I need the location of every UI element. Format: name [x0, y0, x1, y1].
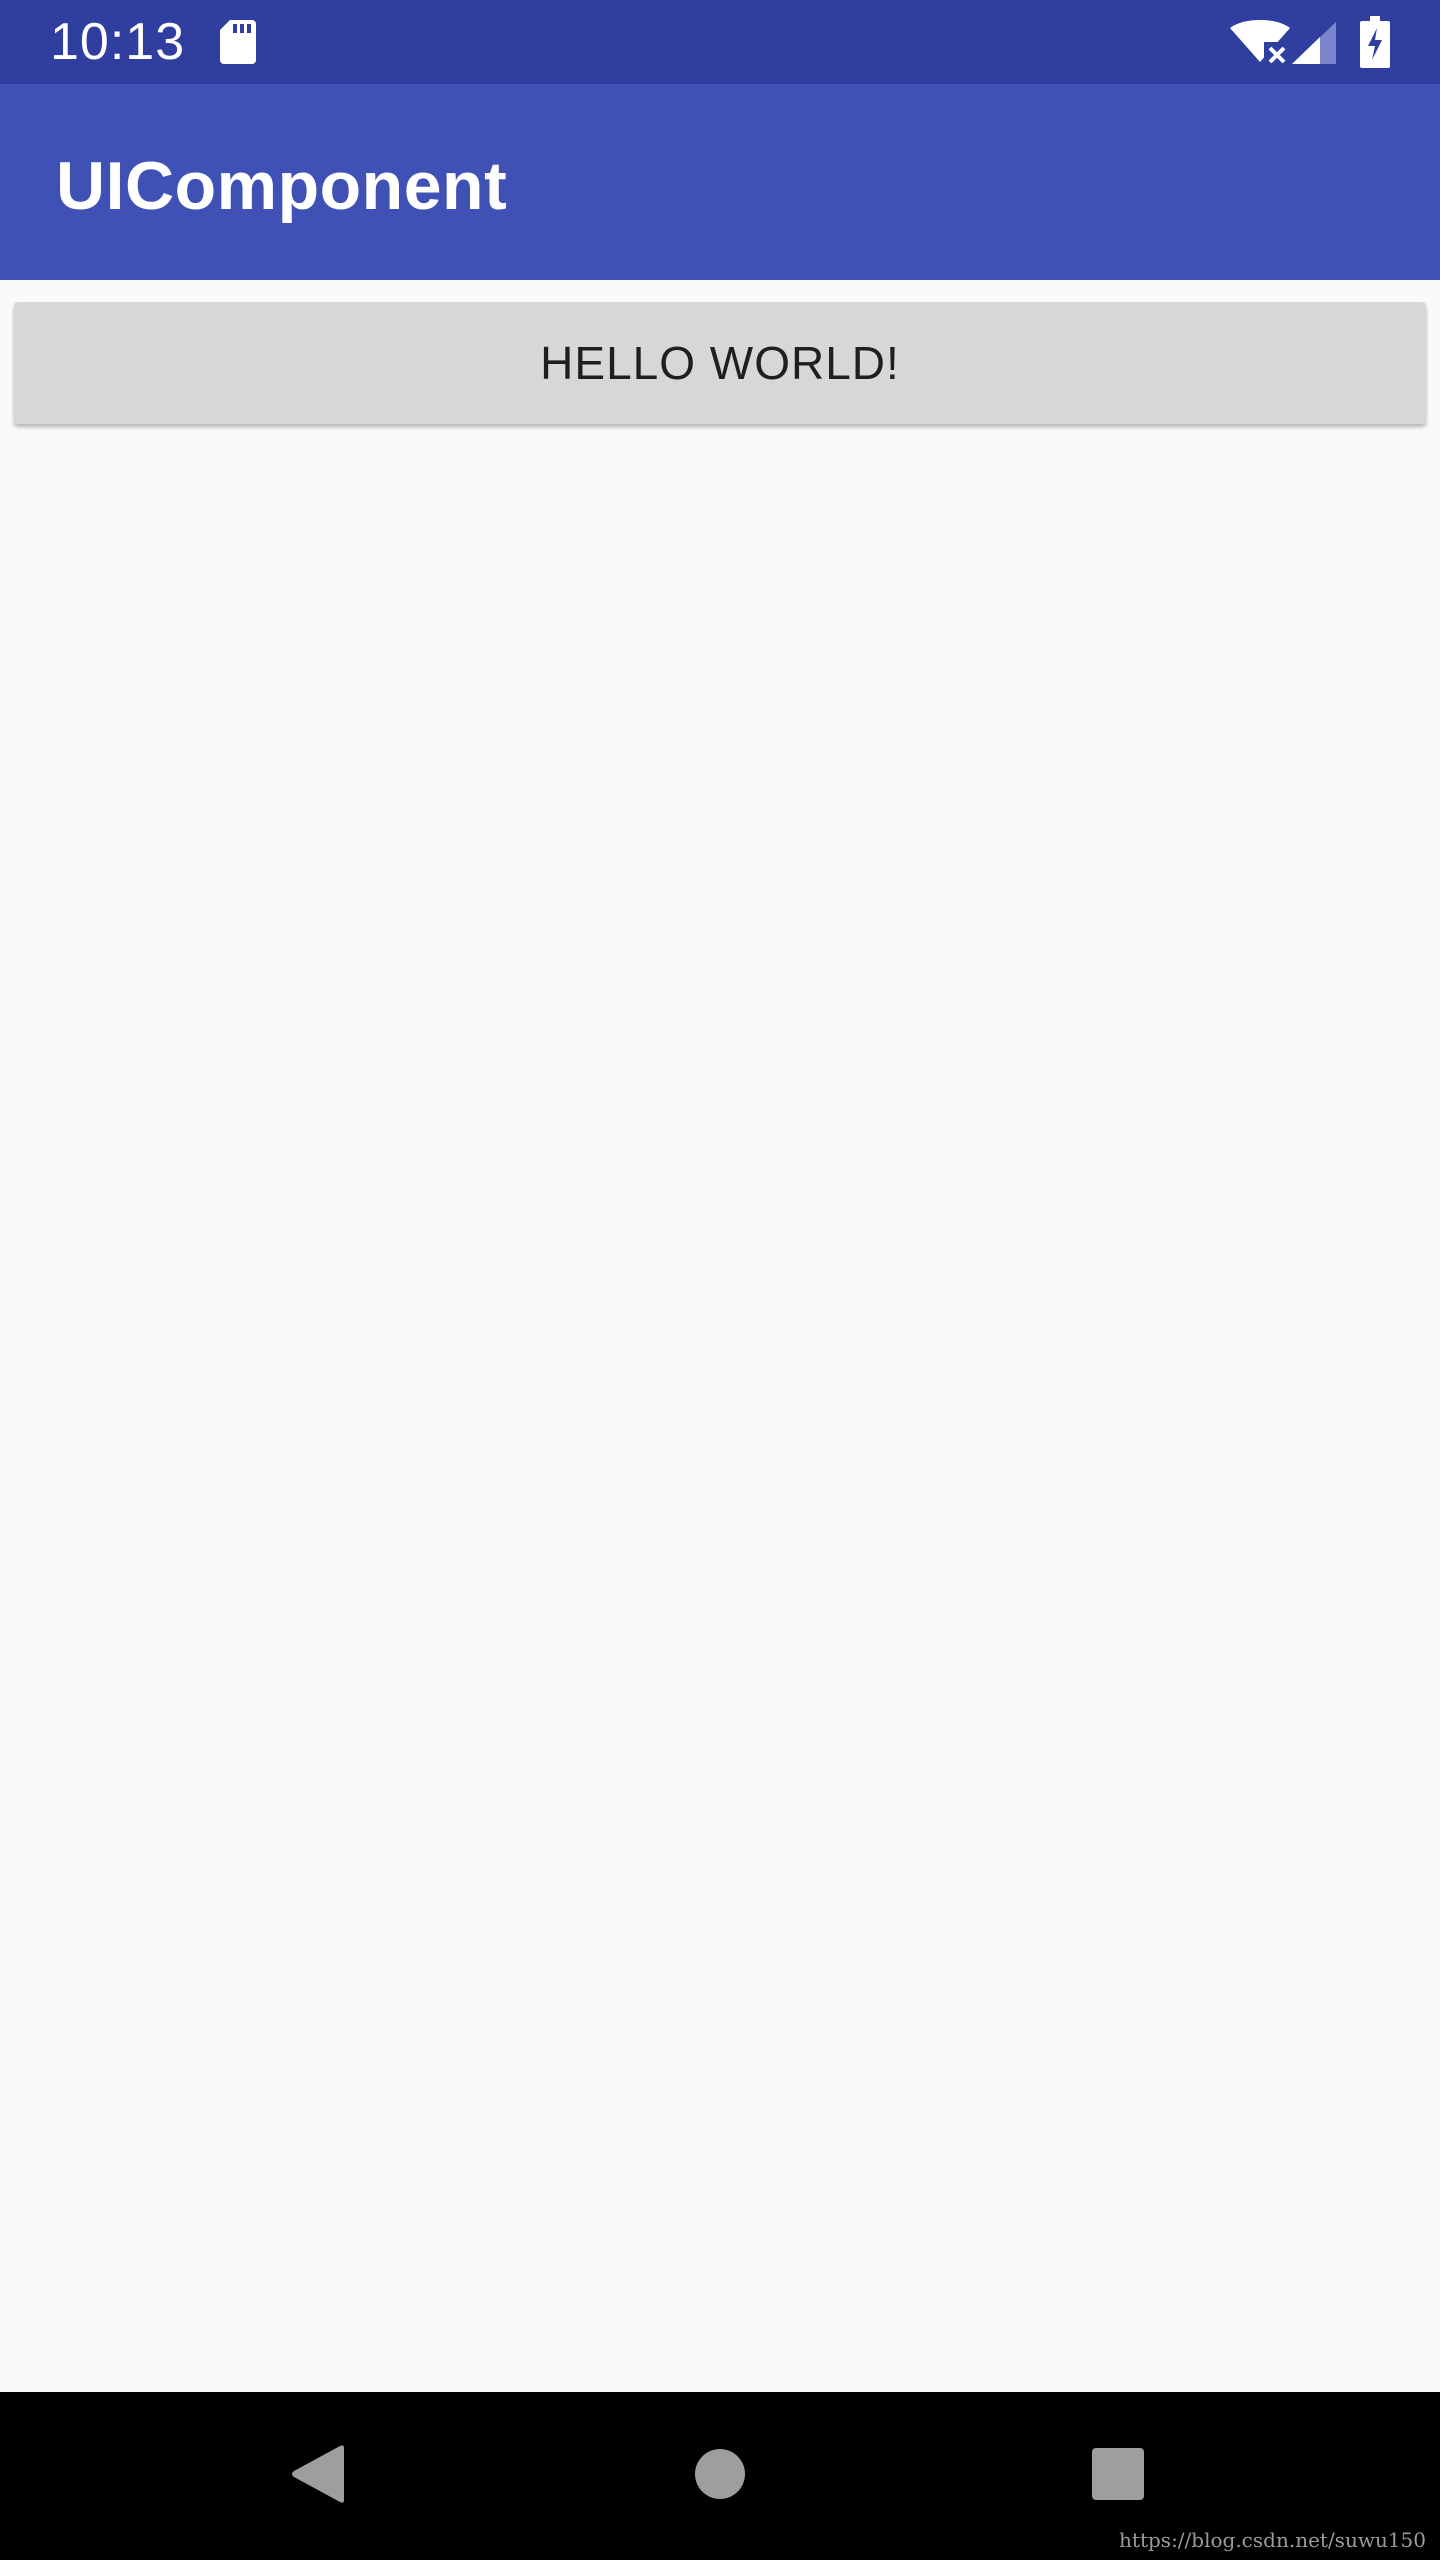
- cell-signal-icon: [1292, 22, 1336, 64]
- app-title: UIComponent: [56, 148, 508, 224]
- status-bar: 10:13: [0, 0, 1440, 84]
- main-content: HELLO WORLD!: [0, 280, 1440, 2392]
- wifi-off-icon: [1230, 20, 1290, 64]
- recents-icon[interactable]: [1092, 2448, 1144, 2500]
- hello-world-button[interactable]: HELLO WORLD!: [14, 302, 1426, 424]
- app-bar: UIComponent: [0, 84, 1440, 280]
- sd-card-icon: [220, 20, 256, 64]
- battery-charging-icon: [1360, 16, 1390, 68]
- status-time: 10:13: [50, 13, 186, 71]
- back-icon[interactable]: [290, 2444, 346, 2504]
- watermark: https://blog.csdn.net/suwu150: [1119, 2528, 1426, 2552]
- home-icon[interactable]: [694, 2448, 746, 2500]
